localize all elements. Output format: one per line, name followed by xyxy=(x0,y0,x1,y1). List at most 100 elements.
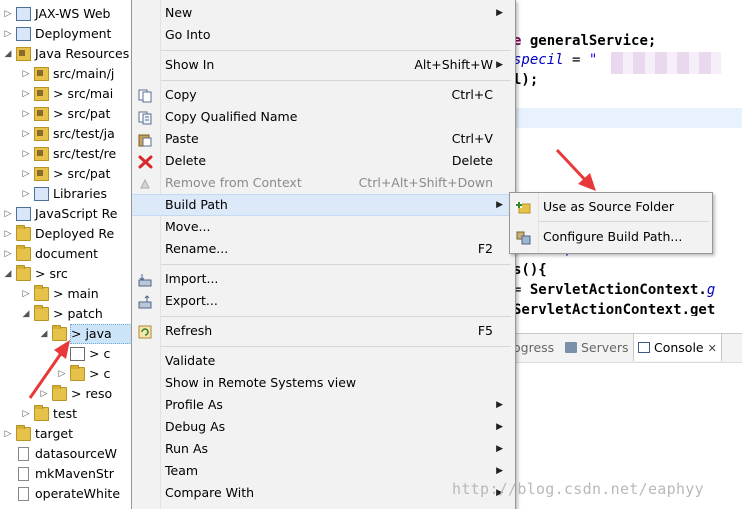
menu-item-rename[interactable]: Rename... F2 xyxy=(132,238,513,260)
collapsed-arrow-icon[interactable]: ▷ xyxy=(20,84,32,104)
tree-item[interactable]: ▷ src/main/j xyxy=(0,64,132,84)
tree-item[interactable]: ▷ > c xyxy=(0,364,132,384)
menu-item-refresh[interactable]: Refresh F5 xyxy=(132,320,513,342)
submenu-arrow-icon: ▶ xyxy=(496,8,503,18)
menu-item-import[interactable]: Import... xyxy=(132,268,513,290)
tree-item[interactable]: ▷ > src/pat xyxy=(0,164,132,184)
tree-item[interactable]: operateWhite xyxy=(0,484,132,504)
source-folder-icon xyxy=(34,127,49,141)
collapsed-arrow-icon[interactable]: ▷ xyxy=(2,244,14,264)
tree-item-label: mkMavenStr xyxy=(35,466,114,481)
folder-icon xyxy=(34,305,49,321)
collapsed-arrow-icon[interactable]: ▷ xyxy=(2,24,14,44)
source-folder-icon xyxy=(34,147,49,161)
tree-item[interactable]: ▷ JavaScript Re xyxy=(0,204,132,224)
tree-item[interactable]: ▷ > src/pat xyxy=(0,104,132,124)
tree-item[interactable]: ▷ Deployment xyxy=(0,24,132,44)
source-folder-icon xyxy=(34,67,49,81)
menu-item-show-in[interactable]: Show In Alt+Shift+W ▶ xyxy=(132,54,513,76)
menu-item-copy[interactable]: Copy Ctrl+C xyxy=(132,84,513,106)
code-line-3: l); xyxy=(513,72,539,88)
tree-item[interactable]: ◢ Java Resources xyxy=(0,44,132,64)
source-folder-icon xyxy=(34,107,49,121)
tree-item[interactable]: ▷ JAX-WS Web xyxy=(0,4,132,24)
tab-progress[interactable]: ogress xyxy=(513,340,554,355)
tree-item[interactable]: ▷ src/test/re xyxy=(0,144,132,164)
collapsed-arrow-icon[interactable]: ▷ xyxy=(56,364,68,384)
file-icon xyxy=(18,467,29,481)
tree-item[interactable]: ◢ > patch xyxy=(0,304,132,324)
tab-servers[interactable]: Servers xyxy=(565,340,629,355)
tree-item[interactable]: ▷ document xyxy=(0,244,132,264)
submenu-arrow-icon: ▶ xyxy=(496,422,503,432)
menu-item-new[interactable]: New ▶ xyxy=(132,2,513,24)
folder-icon xyxy=(70,365,85,381)
collapsed-arrow-icon[interactable]: ▷ xyxy=(20,124,32,144)
package-icon xyxy=(70,347,85,361)
tab-console[interactable]: Console ✕ xyxy=(633,334,722,361)
tree-item-label: src/test/ja xyxy=(53,126,115,141)
expanded-arrow-icon[interactable]: ◢ xyxy=(20,304,32,324)
tree-item[interactable]: datasourceW xyxy=(0,444,132,464)
menu-item-validate[interactable]: Validate xyxy=(132,350,513,372)
menu-item-delete[interactable]: Delete Delete xyxy=(132,150,513,172)
menu-item-run-as[interactable]: Run As ▶ xyxy=(132,438,513,460)
menu-item-go-into[interactable]: Go Into xyxy=(132,24,513,46)
collapsed-arrow-icon[interactable]: ▷ xyxy=(20,144,32,164)
project-explorer-tree[interactable]: ▷ JAX-WS Web ▷ Deployment ◢ Java Resources ▷ sr… xyxy=(0,0,132,509)
tree-item-label: JavaScript Re xyxy=(35,206,118,221)
tree-item[interactable]: ▷ src/test/ja xyxy=(0,124,132,144)
code-editor[interactable]: e generalService; specil = ""; l); ecked… xyxy=(513,0,742,330)
code-line-6: = ServletActionContext.g xyxy=(513,282,716,298)
menu-item-remove-from-context[interactable]: Remove from Context Ctrl+Alt+Shift+Down xyxy=(132,172,513,194)
expanded-arrow-icon[interactable]: ◢ xyxy=(38,324,50,344)
menu-item-show-remote-systems[interactable]: Show in Remote Systems view xyxy=(132,372,513,394)
menu-separator xyxy=(161,264,511,265)
collapsed-arrow-icon[interactable]: ▷ xyxy=(20,284,32,304)
collapsed-arrow-icon[interactable]: ▷ xyxy=(2,424,14,444)
tree-item[interactable]: ▷ > c xyxy=(0,344,132,364)
submenu-arrow-icon: ▶ xyxy=(496,466,503,476)
tree-item[interactable]: ◢ > src xyxy=(0,264,132,284)
collapsed-arrow-icon[interactable]: ▷ xyxy=(20,104,32,124)
collapsed-arrow-icon[interactable]: ▷ xyxy=(38,384,50,404)
collapsed-arrow-icon[interactable]: ▷ xyxy=(2,4,14,24)
tree-item[interactable]: ▷ > reso xyxy=(0,384,132,404)
folder-icon xyxy=(34,405,49,421)
menu-item-profile-as[interactable]: Profile As ▶ xyxy=(132,394,513,416)
submenu-item-configure-build-path[interactable]: Configure Build Path... xyxy=(510,226,712,248)
collapsed-arrow-icon[interactable]: ▷ xyxy=(2,204,14,224)
collapsed-arrow-icon[interactable]: ▷ xyxy=(20,404,32,424)
deployed-icon xyxy=(16,225,31,241)
collapsed-arrow-icon[interactable]: ▷ xyxy=(20,64,32,84)
close-icon[interactable]: ✕ xyxy=(708,342,717,355)
expanded-arrow-icon[interactable]: ◢ xyxy=(2,264,14,284)
tree-item[interactable]: ▷ > src/mai xyxy=(0,84,132,104)
export-icon xyxy=(138,294,153,309)
tree-item[interactable]: ▷ Deployed Re xyxy=(0,224,132,244)
menu-item-team[interactable]: Team ▶ xyxy=(132,460,513,482)
collapsed-arrow-icon[interactable]: ▷ xyxy=(2,224,14,244)
tree-item[interactable]: ▷ > main xyxy=(0,284,132,304)
collapsed-arrow-icon[interactable]: ▷ xyxy=(56,344,68,364)
collapsed-arrow-icon[interactable]: ▷ xyxy=(20,184,32,204)
deployment-icon xyxy=(16,27,31,41)
menu-item-export[interactable]: Export... xyxy=(132,290,513,312)
tree-item[interactable]: ▷ Libraries xyxy=(0,184,132,204)
tree-item[interactable]: mkMavenStr xyxy=(0,464,132,484)
tree-item[interactable]: ▷ test xyxy=(0,404,132,424)
tree-item[interactable]: ◢ > java xyxy=(0,324,132,344)
submenu-item-use-as-source-folder[interactable]: Use as Source Folder xyxy=(510,196,712,218)
collapsed-arrow-icon[interactable]: ▷ xyxy=(20,164,32,184)
menu-item-move[interactable]: Move... xyxy=(132,216,513,238)
tree-item-label: document xyxy=(35,246,99,261)
menu-item-build-path[interactable]: Build Path ▶ xyxy=(132,194,513,216)
menu-item-paste[interactable]: Paste Ctrl+V xyxy=(132,128,513,150)
tree-item-label: datasourceW xyxy=(35,446,118,461)
tree-item[interactable]: ▷ target xyxy=(0,424,132,444)
servers-icon xyxy=(565,342,577,353)
menu-item-copy-qualified-name[interactable]: Copy Qualified Name xyxy=(132,106,513,128)
menu-item-debug-as[interactable]: Debug As ▶ xyxy=(132,416,513,438)
expanded-arrow-icon[interactable]: ◢ xyxy=(2,44,14,64)
tree-item-label: > java xyxy=(71,326,112,341)
